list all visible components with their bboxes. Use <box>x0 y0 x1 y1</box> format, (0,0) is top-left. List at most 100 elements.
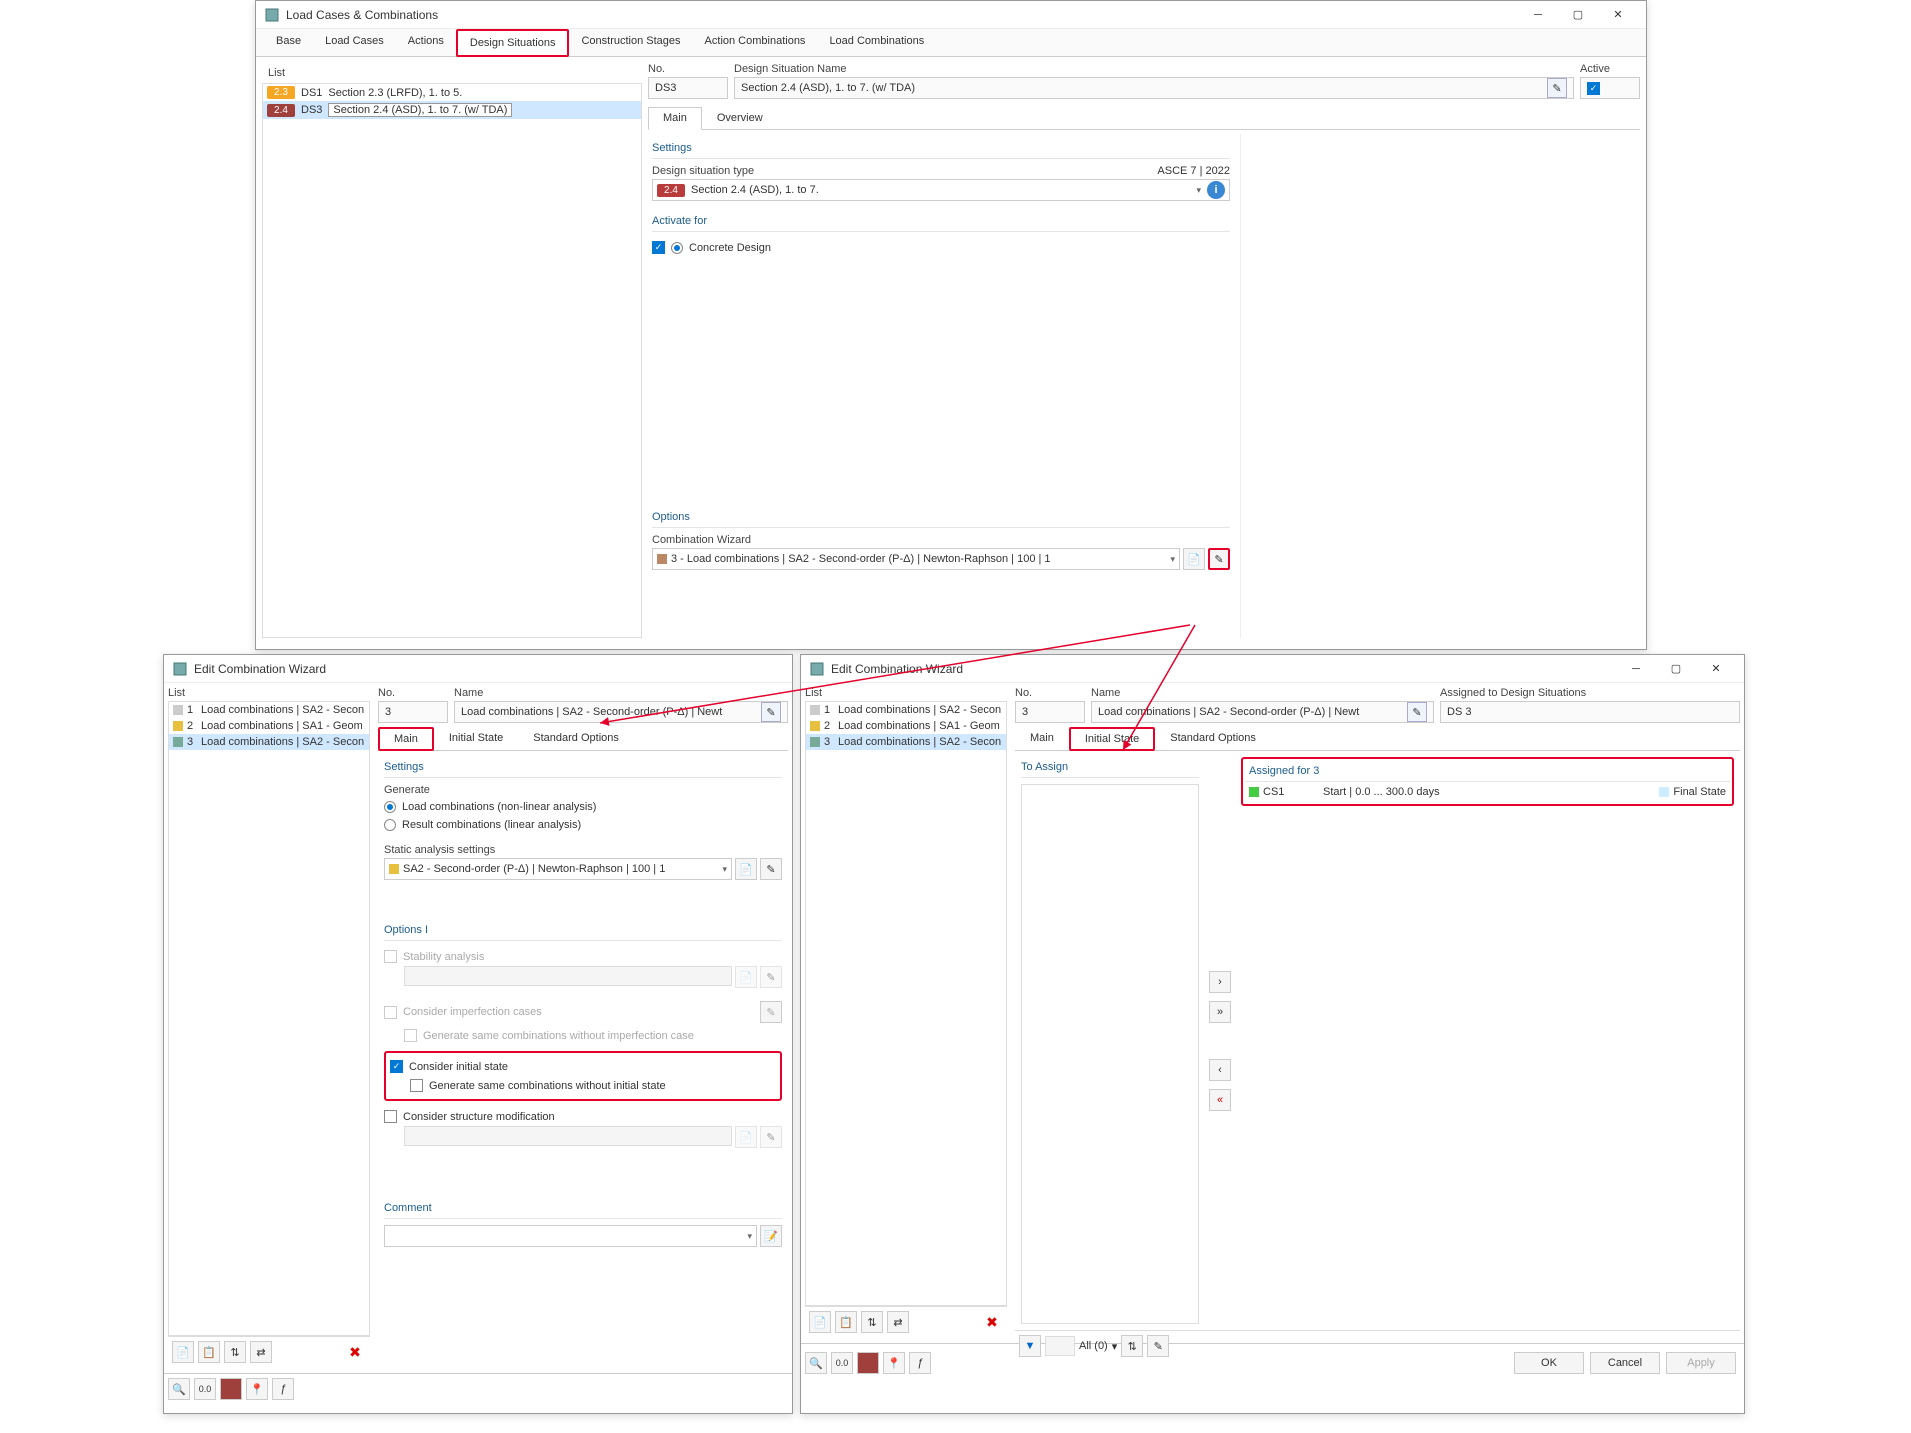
move-left-icon[interactable]: ‹ <box>1209 1059 1231 1081</box>
maximize-button[interactable]: ▢ <box>1558 1 1598 29</box>
list-toolbar: 📄 📋 ⇅ ⇄ ✖ <box>168 1336 370 1367</box>
list-row-1[interactable]: 1 Load combinations | SA2 - Secon <box>806 702 1006 718</box>
edit-icon[interactable]: ✎ <box>760 1001 782 1023</box>
main-tabs: Base Load Cases Actions Design Situation… <box>256 29 1646 57</box>
tab-main[interactable]: Main <box>378 727 434 751</box>
edit-name-icon[interactable]: ✎ <box>761 702 781 722</box>
tab-main[interactable]: Main <box>1015 727 1069 750</box>
color-icon[interactable] <box>857 1352 879 1374</box>
tab-action-combinations[interactable]: Action Combinations <box>693 29 818 56</box>
list-row-2[interactable]: 2 Load combinations | SA1 - Geom <box>169 718 369 734</box>
apply-button[interactable]: Apply <box>1666 1352 1736 1374</box>
sort-icon[interactable]: ⇅ <box>861 1311 883 1333</box>
inner-tab-main[interactable]: Main <box>648 107 702 130</box>
renumber-icon[interactable]: ⇄ <box>887 1311 909 1333</box>
name-label: Name <box>454 687 788 699</box>
pin-icon[interactable]: 📍 <box>883 1352 905 1374</box>
list-row-ds3[interactable]: 2.4 DS3 Section 2.4 (ASD), 1. to 7. (w/ … <box>263 101 641 119</box>
close-button[interactable]: ✕ <box>1598 1 1638 29</box>
tab-load-combinations[interactable]: Load Combinations <box>817 29 936 56</box>
close-button[interactable]: ✕ <box>1696 655 1736 683</box>
combo-wizard-dropdown[interactable]: 3 - Load combinations | SA2 - Second-ord… <box>652 548 1180 570</box>
concrete-checkbox[interactable] <box>652 241 665 254</box>
search-icon[interactable]: 🔍 <box>805 1352 827 1374</box>
move-all-left-icon[interactable]: « <box>1209 1089 1231 1111</box>
search-icon[interactable]: 🔍 <box>168 1378 190 1400</box>
tab-standard-options[interactable]: Standard Options <box>518 727 634 750</box>
list-row-3[interactable]: 3 Load combinations | SA2 - Secon <box>169 734 369 750</box>
no-label: No. <box>1015 687 1085 699</box>
minimize-button[interactable]: ─ <box>1616 655 1656 683</box>
tab-standard-options[interactable]: Standard Options <box>1155 727 1271 750</box>
tab-base[interactable]: Base <box>264 29 313 56</box>
tab-load-cases[interactable]: Load Cases <box>313 29 396 56</box>
activate-concrete: Concrete Design <box>652 238 1230 257</box>
delete-icon[interactable]: ✖ <box>344 1341 366 1363</box>
tab-actions[interactable]: Actions <box>396 29 456 56</box>
sort-icon[interactable]: ⇅ <box>224 1341 246 1363</box>
edit-name-icon[interactable]: ✎ <box>1407 702 1427 722</box>
opt-initial-sub[interactable]: Generate same combinations without initi… <box>410 1076 776 1095</box>
cancel-button[interactable]: Cancel <box>1590 1352 1660 1374</box>
comment-field[interactable]: ▾ <box>384 1225 757 1247</box>
delete-icon[interactable]: ✖ <box>981 1311 1003 1333</box>
design-type-dropdown[interactable]: 2.4 Section 2.4 (ASD), 1. to 7. ▾ i <box>652 179 1230 201</box>
stability-field <box>404 966 732 986</box>
row-name: Section 2.4 (ASD), 1. to 7. (w/ TDA) <box>328 103 512 117</box>
swatch <box>1249 787 1259 797</box>
design-type-label: Design situation type <box>652 165 754 177</box>
pin-icon[interactable]: 📍 <box>246 1378 268 1400</box>
edit-wizard-icon[interactable]: ✎ <box>1208 548 1230 570</box>
concrete-radio[interactable] <box>671 242 683 254</box>
tab-construction-stages[interactable]: Construction Stages <box>569 29 692 56</box>
new-wizard-icon[interactable]: 📄 <box>1183 548 1205 570</box>
new-icon[interactable]: 📄 <box>172 1341 194 1363</box>
opt-initial-state[interactable]: Consider initial state <box>390 1057 776 1076</box>
list-row-ds1[interactable]: 2.3 DS1 Section 2.3 (LRFD), 1. to 5. <box>263 84 641 101</box>
name-field[interactable]: Load combinations | SA2 - Second-order (… <box>454 701 788 723</box>
name-field[interactable]: Section 2.4 (ASD), 1. to 7. (w/ TDA) ✎ <box>734 77 1574 99</box>
radio-linear[interactable]: Result combinations (linear analysis) <box>384 816 782 834</box>
assigned-field[interactable]: DS 3 <box>1440 701 1740 723</box>
load-cases-window: Load Cases & Combinations ─ ▢ ✕ Base Loa… <box>255 0 1647 650</box>
units-icon[interactable]: 0.0 <box>194 1378 216 1400</box>
units-icon[interactable]: 0.0 <box>831 1352 853 1374</box>
new-icon: 📄 <box>735 1126 757 1148</box>
move-right-icon[interactable]: › <box>1209 971 1231 993</box>
active-checkbox[interactable] <box>1587 82 1600 95</box>
no-field[interactable]: DS3 <box>648 77 728 99</box>
static-dropdown[interactable]: SA2 - Second-order (P-Δ) | Newton-Raphso… <box>384 858 732 880</box>
tab-design-situations[interactable]: Design Situations <box>456 29 570 57</box>
copy-icon[interactable]: 📋 <box>198 1341 220 1363</box>
info-icon[interactable]: i <box>1207 181 1225 199</box>
list-row-1[interactable]: 1 Load combinations | SA2 - Secon <box>169 702 369 718</box>
color-icon[interactable] <box>220 1378 242 1400</box>
no-field[interactable]: 3 <box>378 701 448 723</box>
name-label: Name <box>1091 687 1434 699</box>
no-field[interactable]: 3 <box>1015 701 1085 723</box>
new-icon[interactable]: 📄 <box>809 1311 831 1333</box>
row-id: DS1 <box>301 87 322 99</box>
list-row-3[interactable]: 3 Load combinations | SA2 - Secon <box>806 734 1006 750</box>
script-icon[interactable]: ƒ <box>909 1352 931 1374</box>
inner-tab-overview[interactable]: Overview <box>702 107 778 129</box>
opt-structure[interactable]: Consider structure modification <box>384 1107 782 1126</box>
tab-initial-state[interactable]: Initial State <box>434 727 518 750</box>
renumber-icon[interactable]: ⇄ <box>250 1341 272 1363</box>
tab-initial-state[interactable]: Initial State <box>1069 727 1155 751</box>
copy-icon[interactable]: 📋 <box>835 1311 857 1333</box>
list-row-2[interactable]: 2 Load combinations | SA1 - Geom <box>806 718 1006 734</box>
maximize-button[interactable]: ▢ <box>1656 655 1696 683</box>
app-icon <box>809 661 825 677</box>
new-static-icon[interactable]: 📄 <box>735 858 757 880</box>
edit-static-icon[interactable]: ✎ <box>760 858 782 880</box>
comment-edit-icon[interactable]: 📝 <box>760 1225 782 1247</box>
name-field[interactable]: Load combinations | SA2 - Second-order (… <box>1091 701 1434 723</box>
edit-name-icon[interactable]: ✎ <box>1547 78 1567 98</box>
assigned-row-cs1[interactable]: CS1 Start | 0.0 ... 300.0 days Final Sta… <box>1245 782 1730 802</box>
ok-button[interactable]: OK <box>1514 1352 1584 1374</box>
script-icon[interactable]: ƒ <box>272 1378 294 1400</box>
radio-nonlinear[interactable]: Load combinations (non-linear analysis) <box>384 798 782 816</box>
move-all-right-icon[interactable]: » <box>1209 1001 1231 1023</box>
minimize-button[interactable]: ─ <box>1518 1 1558 29</box>
